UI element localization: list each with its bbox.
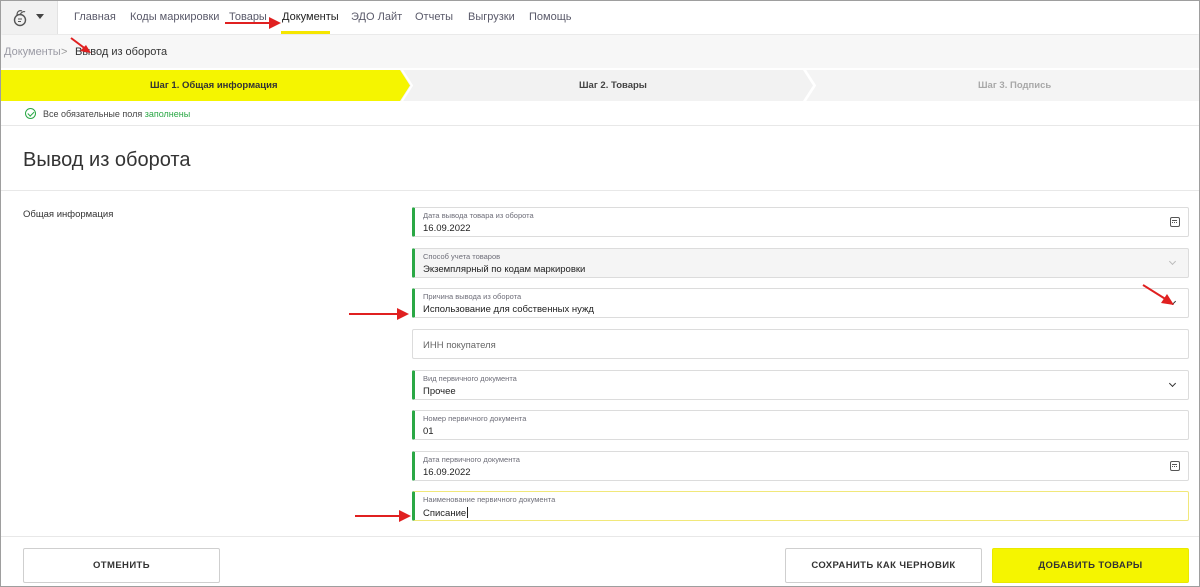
field-value: 16.09.2022 (423, 223, 471, 234)
nav-item-edo-lite[interactable]: ЭДО Лайт (351, 11, 402, 23)
top-navigation: Главная Коды маркировки Товары Документы… (1, 1, 1199, 34)
text-cursor (467, 507, 469, 518)
nav-item-exports[interactable]: Выгрузки (468, 11, 515, 23)
stepper: Шаг 1. Общая информация Шаг 2. Товары Ша… (1, 70, 1199, 101)
field-value: 01 (423, 426, 434, 437)
annotation-arrow-icon (70, 37, 91, 53)
breadcrumb-link-documents[interactable]: Документы (4, 46, 61, 58)
nav-item-help[interactable]: Помощь (529, 11, 572, 23)
field-label: Способ учета товаров (423, 252, 501, 261)
chevron-down-icon[interactable] (1168, 379, 1177, 388)
field-placeholder: ИНН покупателя (423, 340, 496, 351)
field-value: Прочее (423, 386, 456, 397)
check-circle-icon (25, 108, 36, 119)
withdrawal-reason-select[interactable]: Причина вывода из оборота Использование … (412, 288, 1189, 318)
nav-item-reports[interactable]: Отчеты (415, 11, 453, 23)
save-draft-button[interactable]: СОХРАНИТЬ КАК ЧЕРНОВИК (785, 548, 982, 583)
field-label: Дата первичного документа (423, 455, 520, 464)
primary-doc-number-input[interactable]: Номер первичного документа 01 (412, 410, 1189, 440)
primary-doc-type-select[interactable]: Вид первичного документа Прочее (412, 370, 1189, 400)
nav-item-marking-codes[interactable]: Коды маркировки (130, 11, 219, 23)
annotation-arrow-icon (1142, 284, 1174, 305)
logo-icon (13, 10, 27, 27)
calendar-icon[interactable] (1170, 217, 1180, 227)
field-label: Номер первичного документа (423, 414, 527, 423)
add-goods-button[interactable]: ДОБАВИТЬ ТОВАРЫ (992, 548, 1189, 583)
field-value: 16.09.2022 (423, 467, 471, 478)
withdrawal-date-field[interactable]: Дата вывода товара из оборота 16.09.2022 (412, 207, 1189, 237)
step-2-label: Шаг 2. Товары (579, 80, 647, 91)
field-value: Экземплярный по кодам маркировки (423, 264, 586, 275)
annotation-arrow-icon (355, 510, 411, 522)
breadcrumb: Документы > Вывод из оборота (1, 35, 1199, 68)
section-label: Общая информация (23, 209, 114, 220)
divider (1, 190, 1199, 191)
buyer-inn-input[interactable]: ИНН покупателя (412, 329, 1189, 359)
page-title: Вывод из оборота (23, 149, 191, 171)
cancel-button[interactable]: ОТМЕНИТЬ (23, 548, 220, 583)
step-3: Шаг 3. Подпись (816, 70, 1199, 101)
primary-doc-date-field[interactable]: Дата первичного документа 16.09.2022 (412, 451, 1189, 481)
field-label: Вид первичного документа (423, 374, 517, 383)
step-3-label: Шаг 3. Подпись (978, 80, 1052, 91)
annotation-arrow-icon (225, 17, 281, 29)
field-label: Причина вывода из оборота (423, 292, 522, 301)
nav-item-home[interactable]: Главная (74, 11, 116, 23)
app-window: Главная Коды маркировки Товары Документы… (0, 0, 1200, 587)
field-value: Использование для собственных нужд (423, 304, 594, 315)
primary-doc-name-input[interactable]: Наименование первичного документа Списан… (412, 491, 1189, 521)
app-menu-button[interactable] (1, 1, 58, 34)
divider (1, 125, 1199, 126)
validation-text: Все обязательные поля заполнены (43, 109, 191, 119)
footer-actions: ОТМЕНИТЬ СОХРАНИТЬ КАК ЧЕРНОВИК ДОБАВИТЬ… (1, 536, 1199, 586)
field-value: Списание (423, 507, 469, 519)
calendar-icon[interactable] (1170, 461, 1180, 471)
nav-item-documents[interactable]: Документы (282, 11, 339, 23)
step-1[interactable]: Шаг 1. Общая информация (1, 70, 406, 101)
active-tab-indicator (281, 31, 330, 34)
step-1-label: Шаг 1. Общая информация (150, 80, 278, 91)
field-label: Наименование первичного документа (423, 495, 556, 504)
annotation-arrow-icon (349, 308, 409, 320)
step-2[interactable]: Шаг 2. Товары (411, 70, 806, 101)
chevron-down-icon (36, 14, 44, 19)
field-label: Дата вывода товара из оборота (423, 211, 534, 220)
accounting-method-select: Способ учета товаров Экземплярный по код… (412, 248, 1189, 278)
chevron-down-icon (1168, 257, 1177, 266)
